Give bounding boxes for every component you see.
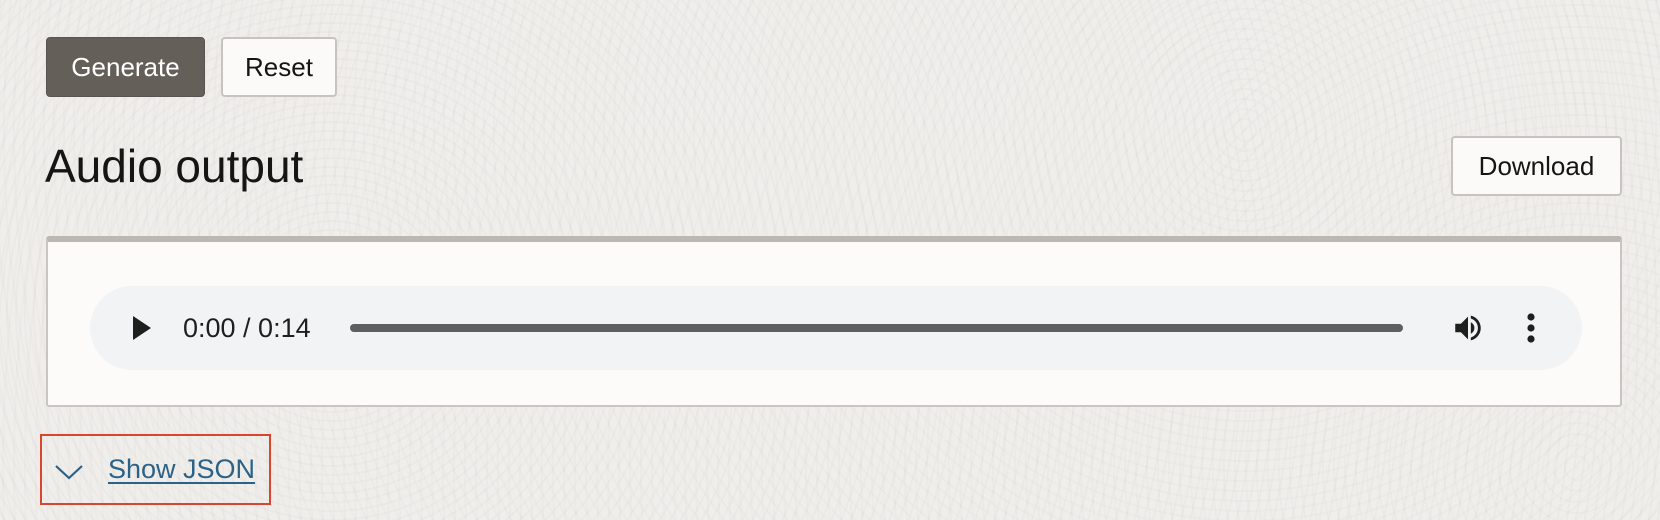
play-button[interactable] xyxy=(124,310,160,346)
generate-button[interactable]: Generate xyxy=(46,37,205,97)
volume-button[interactable] xyxy=(1448,308,1488,348)
show-json-toggle[interactable]: Show JSON xyxy=(40,434,271,505)
audio-output-title: Audio output xyxy=(45,140,304,192)
more-vertical-icon xyxy=(1527,313,1535,343)
download-button[interactable]: Download xyxy=(1451,136,1622,196)
play-icon xyxy=(133,316,151,340)
audio-player: 0:00 / 0:14 xyxy=(90,286,1582,370)
more-options-button[interactable] xyxy=(1516,308,1546,348)
chevron-down-icon xyxy=(55,465,83,480)
time-display: 0:00 / 0:14 xyxy=(183,312,311,343)
volume-icon xyxy=(1455,315,1481,341)
audio-output-panel: 0:00 / 0:14 xyxy=(46,236,1622,407)
show-json-link[interactable]: Show JSON xyxy=(108,436,255,503)
progress-slider[interactable] xyxy=(350,324,1403,332)
reset-button[interactable]: Reset xyxy=(221,37,337,97)
